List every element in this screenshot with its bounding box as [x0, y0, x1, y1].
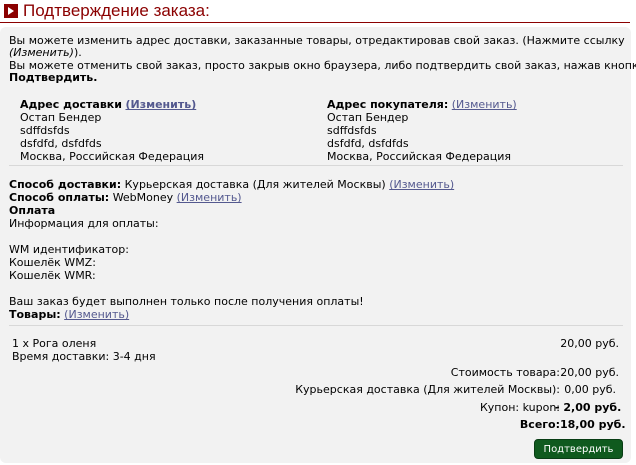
total-value-delivery: 0,00 руб. — [564, 383, 616, 396]
intro-line-3: Вы можете отменить свой заказ, просто за… — [9, 59, 636, 72]
delivery-method: Способ доставки: Курьерская доставка (Дл… — [9, 178, 455, 191]
payment-notice: Ваш заказ будет выполнен только после по… — [9, 295, 364, 308]
shipping-address-line: dsfdfd, dsfdfds — [20, 137, 102, 150]
goods-item-delivery-time: Время доставки: 3-4 дня — [12, 350, 156, 363]
goods-item-name: 1 x Рога оленя — [12, 337, 97, 350]
total-label-coupon: Купон: kupon: — [479, 401, 560, 414]
total-value-grand: 18,00 руб. — [560, 418, 626, 431]
shipping-address-line: Москва, Российская Федерация — [20, 150, 205, 163]
shipping-address-header: Адрес доставки (Изменить) — [20, 98, 197, 111]
confirm-button[interactable]: Подтвердить — [534, 439, 623, 459]
wmr-label: Кошелёк WMR: — [9, 269, 96, 282]
wmz-label: Кошелёк WMZ: — [9, 256, 96, 269]
total-label-grand: Всего: — [519, 418, 560, 431]
intro-edit-hint: (Изменить) — [9, 46, 74, 59]
edit-payment-link[interactable]: (Изменить) — [177, 191, 242, 204]
section-divider — [9, 325, 623, 326]
intro-line-2: (Изменить)). — [9, 46, 82, 59]
goods-header: Товары: (Изменить) — [9, 308, 130, 321]
billing-address-line: dsfdfd, dsfdfds — [327, 137, 409, 150]
page-title: Подтверждение заказа: — [23, 1, 210, 20]
billing-address-line: sdffdsfds — [327, 124, 377, 137]
payment-info-label: Информация для оплаты: — [9, 217, 159, 230]
shipping-address-line: sdffdsfds — [20, 124, 70, 137]
arrow-right-icon — [4, 4, 18, 18]
intro-line-4: Подтвердить. — [9, 71, 98, 84]
goods-item-price: 20,00 руб. — [560, 337, 619, 350]
shipping-address-line: Остап Бендер — [20, 111, 102, 124]
header-divider — [0, 22, 630, 23]
edit-shipping-address-link[interactable]: (Изменить) — [125, 98, 196, 111]
edit-delivery-link[interactable]: (Изменить) — [389, 178, 454, 191]
billing-address-line: Остап Бендер — [327, 111, 409, 124]
total-label-subtotal: Стоимость товара: — [450, 366, 560, 379]
edit-goods-link[interactable]: (Изменить) — [64, 308, 129, 321]
total-label-delivery: Курьерская доставка (Для жителей Москвы)… — [295, 383, 560, 396]
payment-method: Способ оплаты: WebMoney (Изменить) — [9, 191, 242, 204]
billing-address-line: Москва, Российская Федерация — [327, 150, 512, 163]
wm-id-label: WM идентификатор: — [9, 243, 129, 256]
total-value-subtotal: 20,00 руб. — [560, 366, 619, 379]
intro-line-1: Вы можете изменить адрес доставки, заказ… — [9, 34, 625, 47]
edit-billing-address-link[interactable]: (Изменить) — [452, 98, 517, 111]
payment-section-title: Оплата — [9, 204, 56, 217]
total-value-coupon: - 2,00 руб. — [555, 401, 622, 414]
billing-address-header: Адрес покупателя: (Изменить) — [327, 98, 517, 111]
page-header: Подтверждение заказа: — [0, 0, 636, 26]
section-divider — [9, 165, 623, 166]
